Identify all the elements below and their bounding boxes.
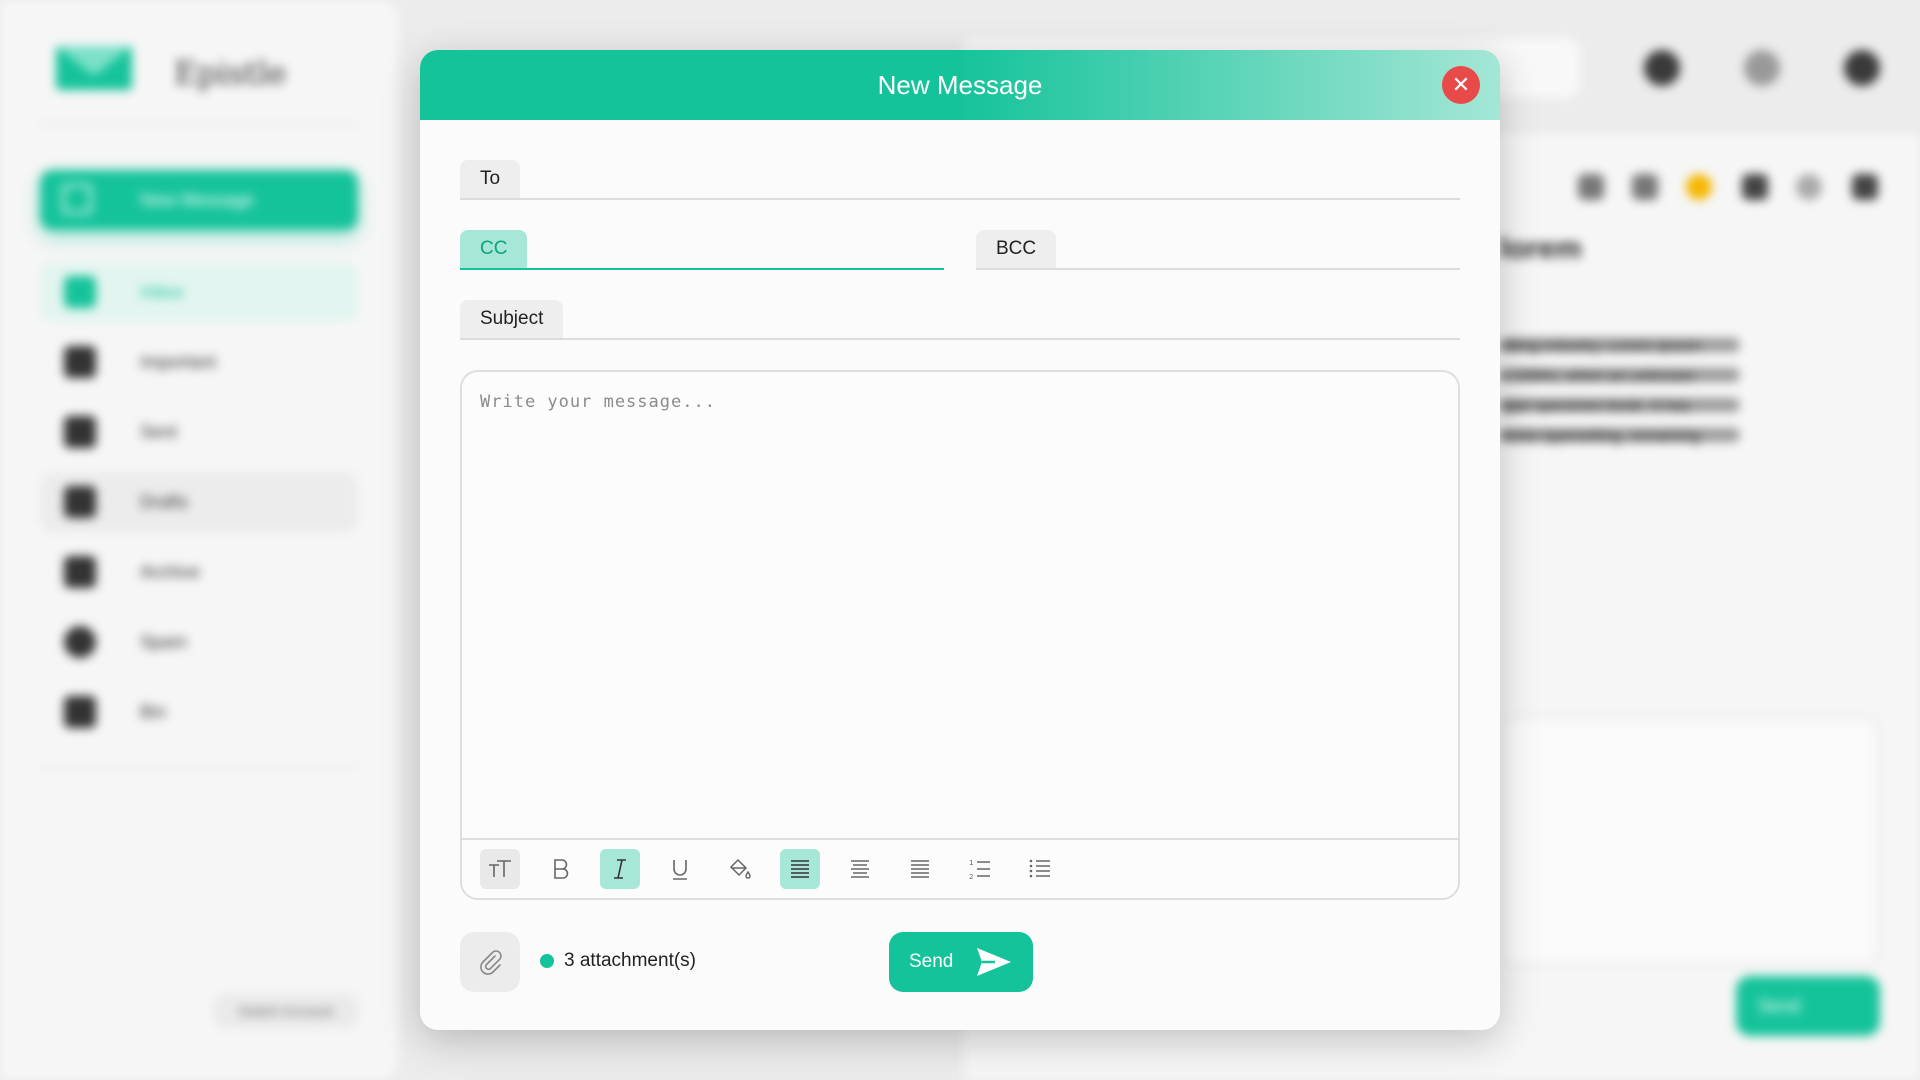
sidebar-item-inbox[interactable]: Inbox — [40, 262, 358, 322]
subject-field[interactable]: Subject — [460, 300, 1460, 340]
archive-icon[interactable] — [1742, 174, 1768, 200]
reply-send-button[interactable]: Send — [1736, 976, 1880, 1036]
sidebar-item-label: Spam — [140, 631, 188, 652]
attach-file-button[interactable] — [460, 932, 520, 992]
cc-field[interactable]: CC — [460, 230, 944, 270]
star-icon[interactable] — [1686, 174, 1712, 200]
sidebar-item-archive[interactable]: Archive — [40, 542, 358, 602]
bold-icon — [554, 859, 569, 879]
sidebar-new-message-button[interactable]: New Message — [40, 170, 358, 230]
attachment-status: 3 attachment(s) — [540, 950, 696, 972]
text-size-button[interactable] — [480, 849, 520, 889]
mail-subject: lorem — [1500, 232, 1582, 265]
compose-icon — [62, 184, 92, 214]
fill-color-button[interactable] — [720, 849, 760, 889]
sidebar-item-label: Sent — [140, 421, 178, 442]
github-icon[interactable] — [1844, 50, 1880, 86]
fill-color-icon — [729, 858, 751, 879]
align-justify-button[interactable] — [900, 849, 940, 889]
to-input[interactable] — [524, 160, 1460, 198]
align-center-icon — [851, 860, 869, 878]
formatting-toolbar: 12 — [462, 838, 1458, 898]
modal-title: New Message — [877, 69, 1043, 100]
sidebar-new-message-label: New Message — [140, 189, 255, 210]
theme-icon[interactable] — [1744, 50, 1780, 86]
mail-body-line: e 1500s, when an unknown — [1500, 368, 1740, 385]
reply-icon[interactable] — [1578, 174, 1604, 200]
svg-text:1: 1 — [969, 859, 973, 867]
sidebar-divider — [40, 124, 358, 126]
align-justify-icon — [911, 860, 929, 878]
star-icon — [64, 346, 96, 378]
attachment-count-text: 3 attachment(s) — [564, 950, 696, 971]
message-editor: 12 — [460, 370, 1460, 900]
sidebar-item-label: Bin — [140, 701, 167, 722]
align-center-button[interactable] — [840, 849, 880, 889]
align-left-icon — [791, 860, 809, 878]
sidebar-item-sent[interactable]: Sent — [40, 402, 358, 462]
bcc-field[interactable]: BCC — [976, 230, 1460, 270]
message-textarea[interactable] — [462, 372, 1458, 840]
to-field[interactable]: To — [460, 160, 1460, 200]
align-left-button[interactable] — [780, 849, 820, 889]
bin-icon — [64, 696, 96, 728]
italic-icon — [614, 859, 626, 879]
paperclip-icon — [480, 950, 502, 975]
inbox-icon — [64, 276, 96, 308]
sidebar-item-label: Important — [140, 351, 217, 372]
trash-icon[interactable] — [1852, 174, 1878, 200]
mail-body-line: type specimen book. It has — [1500, 398, 1740, 415]
subject-input[interactable] — [570, 300, 1460, 338]
cc-input[interactable] — [526, 230, 944, 268]
sent-icon — [64, 416, 96, 448]
cc-label: CC — [460, 230, 528, 268]
mail-body-line: tronic typesetting, remaining — [1500, 428, 1740, 445]
bcc-input[interactable] — [1056, 230, 1460, 268]
ordered-list-button[interactable]: 12 — [960, 849, 1000, 889]
spam-icon — [64, 626, 96, 658]
status-dot-icon — [540, 954, 554, 968]
unordered-list-button[interactable] — [1020, 849, 1060, 889]
settings-icon[interactable] — [1644, 50, 1680, 86]
archive-icon — [64, 556, 96, 588]
sidebar-item-important[interactable]: Important — [40, 332, 358, 392]
sidebar-item-drafts[interactable]: Drafts — [40, 472, 358, 532]
italic-button[interactable] — [600, 849, 640, 889]
send-button[interactable]: Send — [889, 932, 1033, 992]
close-button[interactable]: ✕ — [1442, 66, 1480, 104]
logo-icon — [56, 46, 132, 90]
to-label: To — [460, 160, 521, 198]
sidebar-item-label: Archive — [140, 561, 201, 582]
switch-account-button[interactable]: Switch Account — [214, 994, 358, 1028]
svg-text:2: 2 — [969, 873, 973, 881]
reply-box[interactable] — [1500, 716, 1880, 966]
sidebar: Epistle New Message Inbox Important Sent… — [0, 0, 398, 1080]
spam-icon[interactable] — [1796, 174, 1822, 200]
sidebar-item-label: Inbox — [140, 281, 185, 302]
app-name: Epistle — [174, 54, 287, 92]
new-message-modal: New Message ✕ To CC BCC Subject Write yo… — [420, 50, 1500, 1030]
mail-body-line: etting industry. Lorem Ipsum — [1500, 338, 1740, 355]
unordered-list-icon — [1029, 859, 1050, 878]
sidebar-item-spam[interactable]: Spam — [40, 612, 358, 672]
subject-label: Subject — [460, 300, 564, 338]
close-icon: ✕ — [1451, 72, 1471, 97]
sidebar-item-bin[interactable]: Bin — [40, 682, 358, 742]
sidebar-item-label: Drafts — [140, 491, 189, 512]
underline-icon — [673, 860, 687, 880]
modal-header: New Message ✕ — [420, 50, 1500, 120]
send-label: Send — [909, 951, 954, 972]
ordered-list-icon: 12 — [969, 859, 990, 881]
reply-all-icon[interactable] — [1632, 174, 1658, 200]
underline-button[interactable] — [660, 849, 700, 889]
text-size-icon — [489, 860, 511, 877]
send-icon — [977, 948, 1011, 976]
bcc-label: BCC — [976, 230, 1057, 268]
drafts-icon — [64, 486, 96, 518]
sidebar-divider — [40, 766, 358, 768]
bold-button[interactable] — [540, 849, 580, 889]
